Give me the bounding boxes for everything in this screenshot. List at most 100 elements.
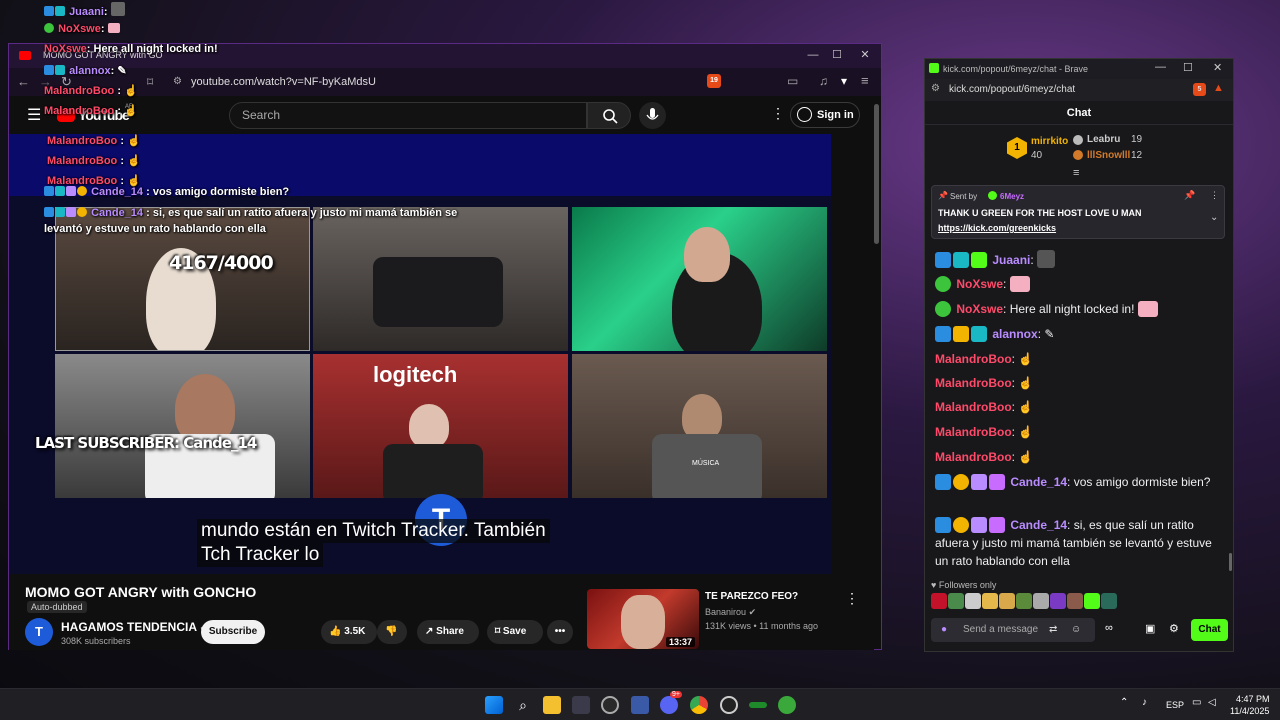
chat-message[interactable]: MalandroBoo: ☝ xyxy=(935,374,1225,392)
chat-username[interactable]: Juaani xyxy=(992,253,1030,267)
chat-username[interactable]: alannox xyxy=(992,327,1037,341)
settings-gear-icon[interactable]: ⚙ xyxy=(1169,622,1179,635)
recommended-title[interactable]: TE PAREZCO FEO? xyxy=(705,591,798,602)
search-input[interactable]: Search xyxy=(229,102,587,129)
nvidia-icon[interactable] xyxy=(749,702,767,708)
chat-message[interactable]: alannox: ✎ xyxy=(935,325,1225,343)
pinned-sender[interactable]: 6Meyz xyxy=(1000,192,1024,201)
third-gifter-name[interactable]: lllSnowlll xyxy=(1087,150,1130,161)
close-icon[interactable]: ✕ xyxy=(1213,61,1222,74)
channel-name[interactable]: HAGAMOS TENDENCIA ✔ xyxy=(61,620,208,634)
emote-icon[interactable] xyxy=(1050,593,1066,609)
emote-icon[interactable] xyxy=(982,593,998,609)
microphone-icon[interactable]: ♪ xyxy=(1142,697,1147,708)
monitor-icon[interactable]: ▭ xyxy=(1192,697,1201,708)
music-icon[interactable]: ♫ xyxy=(819,74,828,88)
emoji-icon[interactable]: ☺ xyxy=(1071,618,1081,642)
auto-dubbed-badge[interactable]: Auto-dubbed xyxy=(27,601,87,613)
start-icon[interactable] xyxy=(485,696,503,714)
chat-input[interactable]: ● Send a message ⇄ ☺ xyxy=(931,618,1095,642)
video-player[interactable]: logitech MÚSICA 4167/4000 LAST SUBSCRIBE… xyxy=(9,134,831,574)
chat-username[interactable]: Cande_14 xyxy=(1010,475,1067,489)
chat-message[interactable]: MalandroBoo: ☝ xyxy=(935,423,1225,441)
emote-icon[interactable] xyxy=(1101,593,1117,609)
minimize-icon[interactable]: — xyxy=(805,47,821,63)
back-icon[interactable]: ← xyxy=(17,74,30,89)
site-info-icon[interactable]: ⚙ xyxy=(931,83,940,94)
language-indicator[interactable]: ESP xyxy=(1166,700,1184,710)
xbox-icon[interactable] xyxy=(778,696,796,714)
chevron-up-icon[interactable]: ⌃ xyxy=(1120,697,1128,708)
hamburger-menu-icon[interactable]: ☰ xyxy=(27,105,41,125)
chat-send-button[interactable]: Chat xyxy=(1191,619,1228,641)
emote-icon[interactable] xyxy=(1033,593,1049,609)
chat-message[interactable]: MalandroBoo: ☝ xyxy=(935,398,1225,416)
chat-username[interactable]: NoXswe xyxy=(956,277,1003,291)
discord-icon[interactable]: 9+ xyxy=(660,691,682,714)
sign-in-button[interactable]: Sign in xyxy=(790,102,860,128)
chat-username[interactable]: NoXswe xyxy=(956,302,1003,316)
expand-leaderboard-icon[interactable]: ≡ xyxy=(1073,167,1079,179)
chat-username[interactable]: MalandroBoo xyxy=(935,352,1012,366)
recommended-channel[interactable]: Bananirou ✔ xyxy=(705,607,756,618)
top-gifter-name[interactable]: mirrkito xyxy=(1031,136,1068,147)
emote-icon[interactable] xyxy=(999,593,1015,609)
clock-time[interactable]: 4:47 PM xyxy=(1236,694,1270,704)
second-gifter-name[interactable]: Leabru xyxy=(1087,134,1120,145)
chat-message[interactable]: NoXswe: Here all night locked in! xyxy=(935,300,1225,318)
scrollbar[interactable] xyxy=(1229,553,1232,571)
chat-username[interactable]: Cande_14 xyxy=(1010,518,1067,532)
extensions-icon[interactable]: ▾ xyxy=(841,74,847,88)
chat-message[interactable]: Cande_14: vos amigo dormiste bien? xyxy=(935,473,1225,491)
chat-message[interactable]: MalandroBoo: ☝ xyxy=(935,448,1225,466)
pinned-link[interactable]: https://kick.com/greenkicks xyxy=(938,223,1056,233)
save-button[interactable]: ⌑ Save xyxy=(487,620,543,644)
emote-icon[interactable] xyxy=(931,593,947,609)
store-icon[interactable]: ▣ xyxy=(1145,622,1155,635)
maximize-icon[interactable]: ☐ xyxy=(1183,61,1193,74)
site-info-icon[interactable]: ⚙ xyxy=(173,76,182,87)
bookmark-icon[interactable]: ⌑ xyxy=(147,75,153,89)
like-button[interactable]: 👍 3.5K xyxy=(321,620,377,644)
dislike-button[interactable]: 👎 xyxy=(377,620,407,644)
voice-search-button[interactable] xyxy=(639,102,666,129)
scrollbar[interactable] xyxy=(874,104,879,244)
share-button[interactable]: ↗ Share xyxy=(417,620,479,644)
emote-icon[interactable] xyxy=(965,593,981,609)
emote-icon[interactable] xyxy=(1084,593,1100,609)
clock-date[interactable]: 11/4/2025 xyxy=(1230,706,1269,716)
recommended-thumbnail[interactable]: 13:37 xyxy=(587,589,699,649)
chevron-down-icon[interactable]: ⌄ xyxy=(1210,212,1218,223)
chat-message[interactable]: MalandroBoo: ☝ xyxy=(935,350,1225,368)
emote-icon[interactable] xyxy=(1016,593,1032,609)
chat-username[interactable]: MalandroBoo xyxy=(935,400,1012,414)
chat-message[interactable]: Juaani: xyxy=(935,250,1225,269)
url-field[interactable]: youtube.com/watch?v=NF-byKaMdsU xyxy=(191,76,376,88)
rewards-icon[interactable]: ▲ xyxy=(1213,82,1224,94)
subscribe-button[interactable]: Subscribe xyxy=(201,620,265,644)
chat-username[interactable]: MalandroBoo xyxy=(935,450,1012,464)
brave-shields-icon[interactable]: 19 xyxy=(707,74,721,88)
more-actions-button[interactable]: ••• xyxy=(547,620,573,644)
volume-icon[interactable]: ◁ xyxy=(1208,697,1216,708)
menu-icon[interactable]: ≡ xyxy=(861,73,869,88)
minimize-icon[interactable]: — xyxy=(1155,61,1166,73)
close-icon[interactable]: ✕ xyxy=(857,47,873,63)
url-field[interactable]: kick.com/popout/6meyz/chat xyxy=(949,84,1075,95)
channel-avatar[interactable]: T xyxy=(25,618,53,646)
microphone-icon[interactable]: ● xyxy=(941,618,947,642)
gift-icon[interactable]: ∞ xyxy=(1105,622,1113,634)
maximize-icon[interactable]: ☐ xyxy=(829,47,845,63)
file-explorer-icon[interactable] xyxy=(543,696,561,714)
search-button[interactable] xyxy=(587,102,631,129)
store-icon[interactable] xyxy=(572,696,590,714)
chat-message[interactable]: NoXswe: xyxy=(935,275,1225,293)
chrome-icon[interactable] xyxy=(690,696,708,714)
more-vert-icon[interactable]: ⋮ xyxy=(1210,190,1219,201)
app-icon[interactable] xyxy=(601,696,619,714)
chat-username[interactable]: MalandroBoo xyxy=(935,425,1012,439)
translate-icon[interactable]: ⇄ xyxy=(1049,618,1057,642)
steam-icon[interactable] xyxy=(720,696,738,714)
chat-message[interactable]: Cande_14: si, es que salí un ratito afue… xyxy=(935,516,1225,570)
search-icon[interactable]: ⌕ xyxy=(514,696,532,714)
